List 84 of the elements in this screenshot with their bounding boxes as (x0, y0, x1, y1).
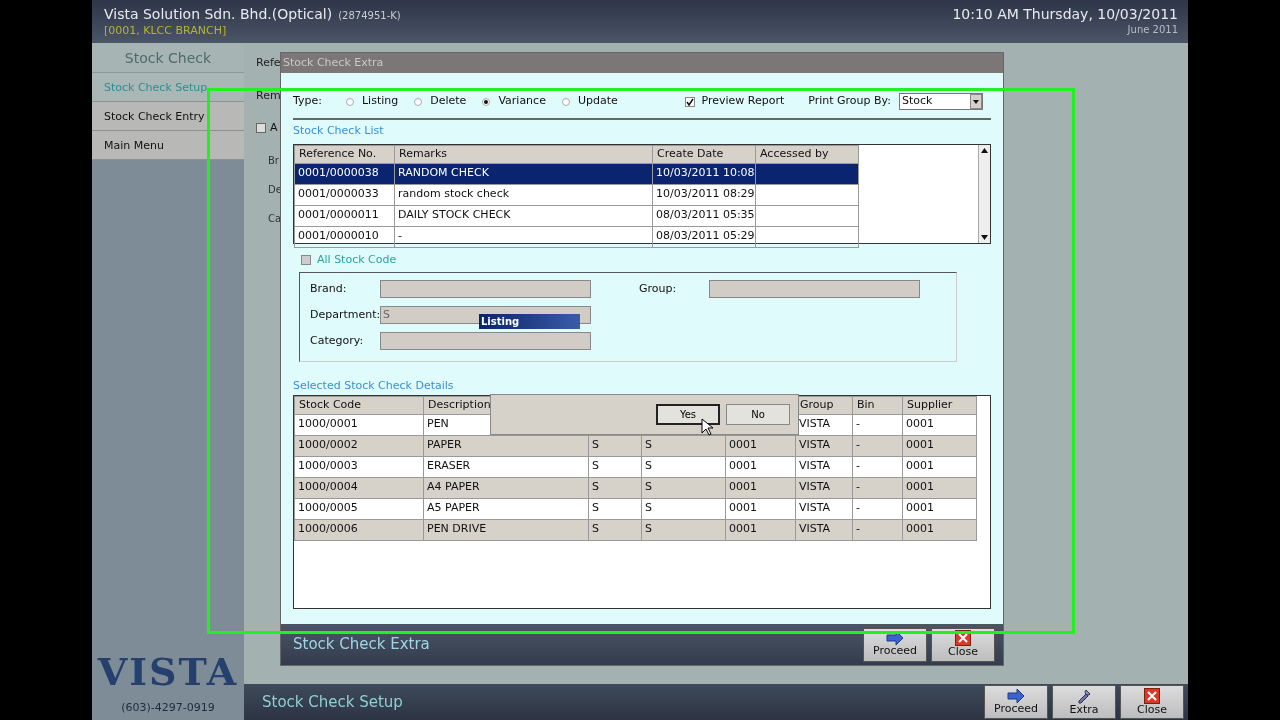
table-row[interactable]: 0001/0000038 RANDOM CHECK 10/03/2011 10:08 (294, 163, 859, 184)
table-cell: S (588, 498, 642, 519)
input-field[interactable] (380, 332, 591, 350)
radio-option[interactable]: Listing (346, 93, 399, 110)
toolbar-button[interactable]: Proceed (984, 685, 1048, 719)
sidebar-item[interactable]: Main Menu (92, 131, 244, 160)
arrow-right-icon (1007, 688, 1025, 703)
table-cell: S (641, 498, 726, 519)
section-title: Stock Check List (293, 123, 385, 139)
radio-option[interactable]: Update (561, 93, 618, 110)
type-label: Type: (293, 93, 322, 110)
field-label: Refe (256, 55, 281, 71)
table-cell: S (588, 456, 642, 477)
radio-option[interactable]: Variance (482, 93, 546, 110)
table-cell: 0001 (725, 456, 796, 477)
field-label: Brand: (310, 280, 348, 297)
company-logo: VISTA (96, 647, 240, 696)
mouse-pointer-icon (701, 417, 713, 436)
field-label: Group: (639, 280, 678, 297)
field-label: Department: (310, 306, 380, 323)
branch-name: [0001, KLCC BRANCH] (104, 25, 228, 36)
checkbox-label: A (270, 120, 278, 136)
table-cell: 1000/0002 (294, 435, 424, 456)
radio-option[interactable]: Delete (414, 93, 467, 110)
phone-number: (603)-4297-0919 (120, 699, 216, 716)
table-cell: 0001 (725, 498, 796, 519)
table-cell: 1000/0005 (294, 498, 424, 519)
toolbar-button[interactable]: Close (1120, 685, 1184, 719)
toolbar-button[interactable]: Extra (1052, 685, 1116, 719)
table-cell: 1000/0004 (294, 477, 424, 498)
footer-title: Stock Check Setup (261, 691, 403, 713)
table-row[interactable]: 0001/0000011 DAILY STOCK CHECK 08/03/2011 05:35 (294, 205, 859, 226)
registration-number: (2874951-K) (338, 10, 401, 21)
scrollbar[interactable] (978, 144, 990, 243)
version-label: June 2011 (1126, 25, 1178, 35)
table-cell: 1000/0003 (294, 456, 424, 477)
column-header[interactable]: Create Date (652, 145, 756, 163)
dialog-title: Stock Check Extra (281, 53, 1003, 73)
print-group-select[interactable]: Stock (899, 93, 983, 110)
footer-title: Stock Check Extra (292, 634, 430, 656)
wrench-icon (1076, 687, 1092, 704)
table-cell: 0001 (902, 414, 977, 435)
checkbox[interactable] (256, 123, 266, 134)
dialog-button[interactable]: Yes (656, 403, 720, 425)
arrow-right-icon (886, 631, 904, 646)
column-header[interactable]: Accessed by (755, 145, 859, 163)
table-cell: 1000/0001 (294, 414, 424, 435)
table-cell: 0001 (902, 456, 977, 477)
checkmark-icon (686, 97, 695, 106)
field-label: Category: (310, 332, 365, 349)
close-icon (1144, 687, 1160, 704)
table-row[interactable]: 0001/0000010 - 08/03/2011 05:29 (294, 226, 859, 247)
checkbox-label: All Stock Code (317, 251, 397, 268)
checkbox[interactable] (301, 254, 311, 265)
table-cell: VISTA (795, 498, 853, 519)
sidebar-item[interactable]: Stock Check Entry (92, 102, 244, 131)
input-field[interactable] (380, 280, 591, 298)
dialog-button[interactable]: No (726, 403, 790, 425)
table-row[interactable]: 0001/0000033 random stock check 10/03/2011 08:29 (294, 184, 859, 205)
input-field[interactable] (709, 280, 920, 298)
table-cell: VISTA (795, 456, 853, 477)
column-header[interactable]: Reference No. (294, 145, 395, 163)
column-header[interactable]: Stock Code (294, 396, 424, 414)
preview-checkbox[interactable]: Preview Report (685, 93, 785, 110)
column-header[interactable]: Remarks (394, 145, 653, 163)
field-label: Rem (256, 87, 281, 104)
table-cell: 1000/0006 (294, 519, 424, 540)
field-label: Print Group By: (808, 93, 891, 110)
column-header[interactable]: Supplier (902, 396, 977, 414)
table-cell: A5 PAPER (423, 498, 589, 519)
table-cell: S (641, 456, 726, 477)
company-name: Vista Solution Sdn. Bhd.(Optical) (104, 6, 333, 22)
field-label: Br (268, 153, 279, 168)
table-cell: 0001 (902, 498, 977, 519)
table-cell: - (852, 414, 903, 435)
clock: 10:10 AM Thursday, 10/03/2011 (952, 5, 1178, 24)
table-cell: - (852, 498, 903, 519)
table-cell: - (852, 456, 903, 477)
table-cell: ERASER (423, 456, 589, 477)
column-header[interactable]: Bin (852, 396, 903, 414)
sidebar-title: Stock Check (92, 43, 244, 73)
field-label: Ca (268, 211, 282, 226)
section-title: Selected Stock Check Details (293, 378, 455, 394)
window-title-fragment: Listing (479, 314, 580, 329)
